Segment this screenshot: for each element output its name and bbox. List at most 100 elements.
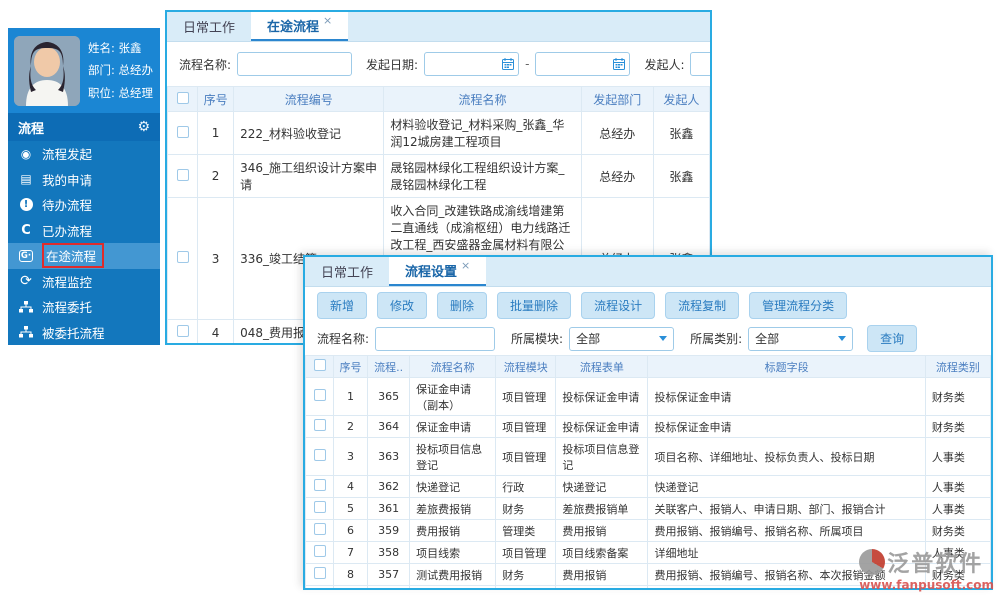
calendar-icon[interactable] bbox=[502, 58, 515, 70]
sidebar-item-5[interactable]: G· 在途流程 bbox=[8, 243, 160, 269]
cell: 359 bbox=[367, 519, 411, 542]
sidebar-section-header: 流程 ⚙ bbox=[8, 113, 160, 141]
panel1-tab-2[interactable]: 在途流程 × bbox=[251, 12, 349, 41]
module-select[interactable]: 全部 bbox=[569, 326, 675, 351]
column-header: 流程名称 bbox=[409, 355, 497, 378]
cell: 人事类 bbox=[924, 497, 991, 520]
sidebar-item-8[interactable]: 被委托流程 bbox=[8, 320, 160, 346]
cell: 3 bbox=[333, 437, 369, 476]
checkbox-cell bbox=[167, 319, 199, 343]
sidebar-item-2[interactable]: ▤ 我的申请 bbox=[8, 167, 160, 193]
column-header: 序号 bbox=[333, 355, 369, 378]
cell: 项目管理 bbox=[495, 377, 557, 416]
sidebar-section-title: 流程 bbox=[18, 121, 45, 137]
row-checkbox[interactable] bbox=[313, 501, 326, 513]
toolbar-button-3[interactable]: 删除 bbox=[437, 292, 488, 319]
panel2-tab-1[interactable]: 日常工作 bbox=[305, 257, 389, 286]
initiator-input[interactable] bbox=[690, 52, 710, 76]
cell: 投标保证金申请 bbox=[647, 415, 926, 438]
column-header: 流程编号 bbox=[233, 86, 385, 112]
cell: 费用报销 bbox=[409, 519, 497, 542]
module-label: 所属模块: bbox=[511, 332, 564, 346]
table-row: 4 362 快递登记 行政 快递登记 快递登记 人事类 bbox=[305, 475, 991, 498]
query-button[interactable]: 查询 bbox=[867, 325, 918, 352]
cell: 1 bbox=[197, 111, 235, 155]
header-checkbox-cell bbox=[305, 355, 335, 378]
cell: 4 bbox=[333, 475, 369, 498]
checkbox-cell bbox=[305, 475, 335, 498]
avatar bbox=[14, 35, 80, 106]
cell: 2 bbox=[333, 415, 369, 438]
table-row: 1 365 保证金申请（副本） 项目管理 投标保证金申请 投标保证金申请 财务类 bbox=[305, 377, 991, 416]
row-checkbox[interactable] bbox=[313, 449, 326, 461]
cell: 总经办 bbox=[580, 154, 654, 198]
sidebar-item-6[interactable]: ⟳ 流程监控 bbox=[8, 269, 160, 295]
row-checkbox[interactable] bbox=[313, 523, 326, 535]
select-all-checkbox[interactable] bbox=[313, 359, 326, 371]
user-profile-card: 姓名: 张鑫 部门: 总经办 职位: 总经理 bbox=[8, 28, 160, 113]
toolbar-button-1[interactable]: 新增 bbox=[317, 292, 368, 319]
category-select-value: 全部 bbox=[755, 332, 780, 346]
sidebar-item-7[interactable]: 流程委托 bbox=[8, 294, 160, 320]
sidebar-item-label: 被委托流程 bbox=[42, 325, 105, 341]
sidebar-item-3[interactable]: ! 待办流程 bbox=[8, 192, 160, 218]
sidebar-item-4[interactable]: C 已办流程 bbox=[8, 218, 160, 244]
row-checkbox[interactable] bbox=[313, 479, 326, 491]
row-checkbox[interactable] bbox=[313, 389, 326, 401]
flow-name-input[interactable] bbox=[375, 326, 496, 351]
column-header: 流程.. bbox=[367, 355, 411, 378]
cell: 保证金申请（副本） bbox=[409, 377, 497, 416]
row-checkbox[interactable] bbox=[176, 168, 189, 181]
cell: 项目管理 bbox=[495, 415, 557, 438]
header-checkbox-cell bbox=[167, 86, 199, 112]
cell: 人事类 bbox=[924, 475, 991, 498]
close-icon[interactable]: × bbox=[461, 259, 470, 272]
start-date-label: 发起日期: bbox=[366, 57, 419, 72]
cell: 346_施工组织设计方案申请 bbox=[233, 154, 385, 198]
cell: 6 bbox=[333, 519, 369, 542]
cell: 投标项目信息登记 bbox=[555, 437, 649, 476]
gear-icon[interactable]: ⚙ bbox=[137, 119, 150, 135]
toolbar-button-7[interactable]: 管理流程分类 bbox=[749, 292, 848, 319]
toolbar-button-2[interactable]: 修改 bbox=[377, 292, 428, 319]
module-select-value: 全部 bbox=[576, 332, 601, 346]
flow-name-label: 流程名称: bbox=[179, 57, 232, 72]
row-checkbox[interactable] bbox=[176, 125, 189, 138]
toolbar-button-6[interactable]: 流程复制 bbox=[665, 292, 740, 319]
fanpu-brand-text: 泛普软件 bbox=[887, 552, 984, 577]
fanpu-logo: 泛普软件 www.fanpusoft.com bbox=[859, 546, 994, 592]
row-checkbox[interactable] bbox=[176, 325, 189, 337]
cell: 1 bbox=[333, 377, 369, 416]
row-checkbox[interactable] bbox=[176, 251, 189, 263]
cell: 设计审查 bbox=[555, 585, 649, 588]
history-icon: C bbox=[21, 222, 31, 238]
row-checkbox[interactable] bbox=[313, 419, 326, 431]
row-checkbox[interactable] bbox=[314, 589, 326, 590]
panel2-filter-row: 流程名称: 所属模块: 全部 所属类别: 全部 查询 bbox=[305, 322, 991, 355]
user-title: 职位: 总经理 bbox=[88, 85, 154, 100]
cell: 费用报销 bbox=[555, 519, 649, 542]
checkbox-cell bbox=[167, 197, 199, 320]
table-header-row: 序号 流程.. 流程名称 流程模块 流程表单 标题字段 流程类别 bbox=[305, 355, 991, 378]
cell: 5 bbox=[333, 497, 369, 520]
panel2-tab-2[interactable]: 流程设置 × bbox=[389, 257, 487, 286]
row-checkbox[interactable] bbox=[313, 545, 326, 557]
panel1-tab-1[interactable]: 日常工作 bbox=[167, 12, 251, 41]
table-row: 6 359 费用报销 管理类 费用报销 费用报销、报销编号、报销名称、所属项目 财务类 bbox=[305, 519, 991, 542]
cell: 差旅费报销 bbox=[409, 497, 497, 520]
column-header: 序号 bbox=[197, 86, 235, 112]
sidebar-item-1[interactable]: ◉ 流程发起 bbox=[8, 141, 160, 167]
row-checkbox[interactable] bbox=[313, 567, 326, 579]
calendar-icon[interactable] bbox=[613, 58, 626, 70]
close-icon[interactable]: × bbox=[323, 14, 332, 27]
cell: 项目管理 bbox=[495, 437, 557, 476]
cell: 人事类 bbox=[924, 437, 991, 476]
toolbar-button-5[interactable]: 流程设计 bbox=[581, 292, 656, 319]
select-all-checkbox[interactable] bbox=[176, 91, 189, 104]
cell: 投标保证金申请 bbox=[555, 377, 649, 416]
checkbox-cell bbox=[305, 377, 335, 416]
broadcast-icon: ◉ bbox=[20, 146, 32, 161]
toolbar-button-4[interactable]: 批量删除 bbox=[497, 292, 572, 319]
category-select[interactable]: 全部 bbox=[748, 326, 854, 351]
flow-name-input[interactable] bbox=[237, 52, 353, 76]
